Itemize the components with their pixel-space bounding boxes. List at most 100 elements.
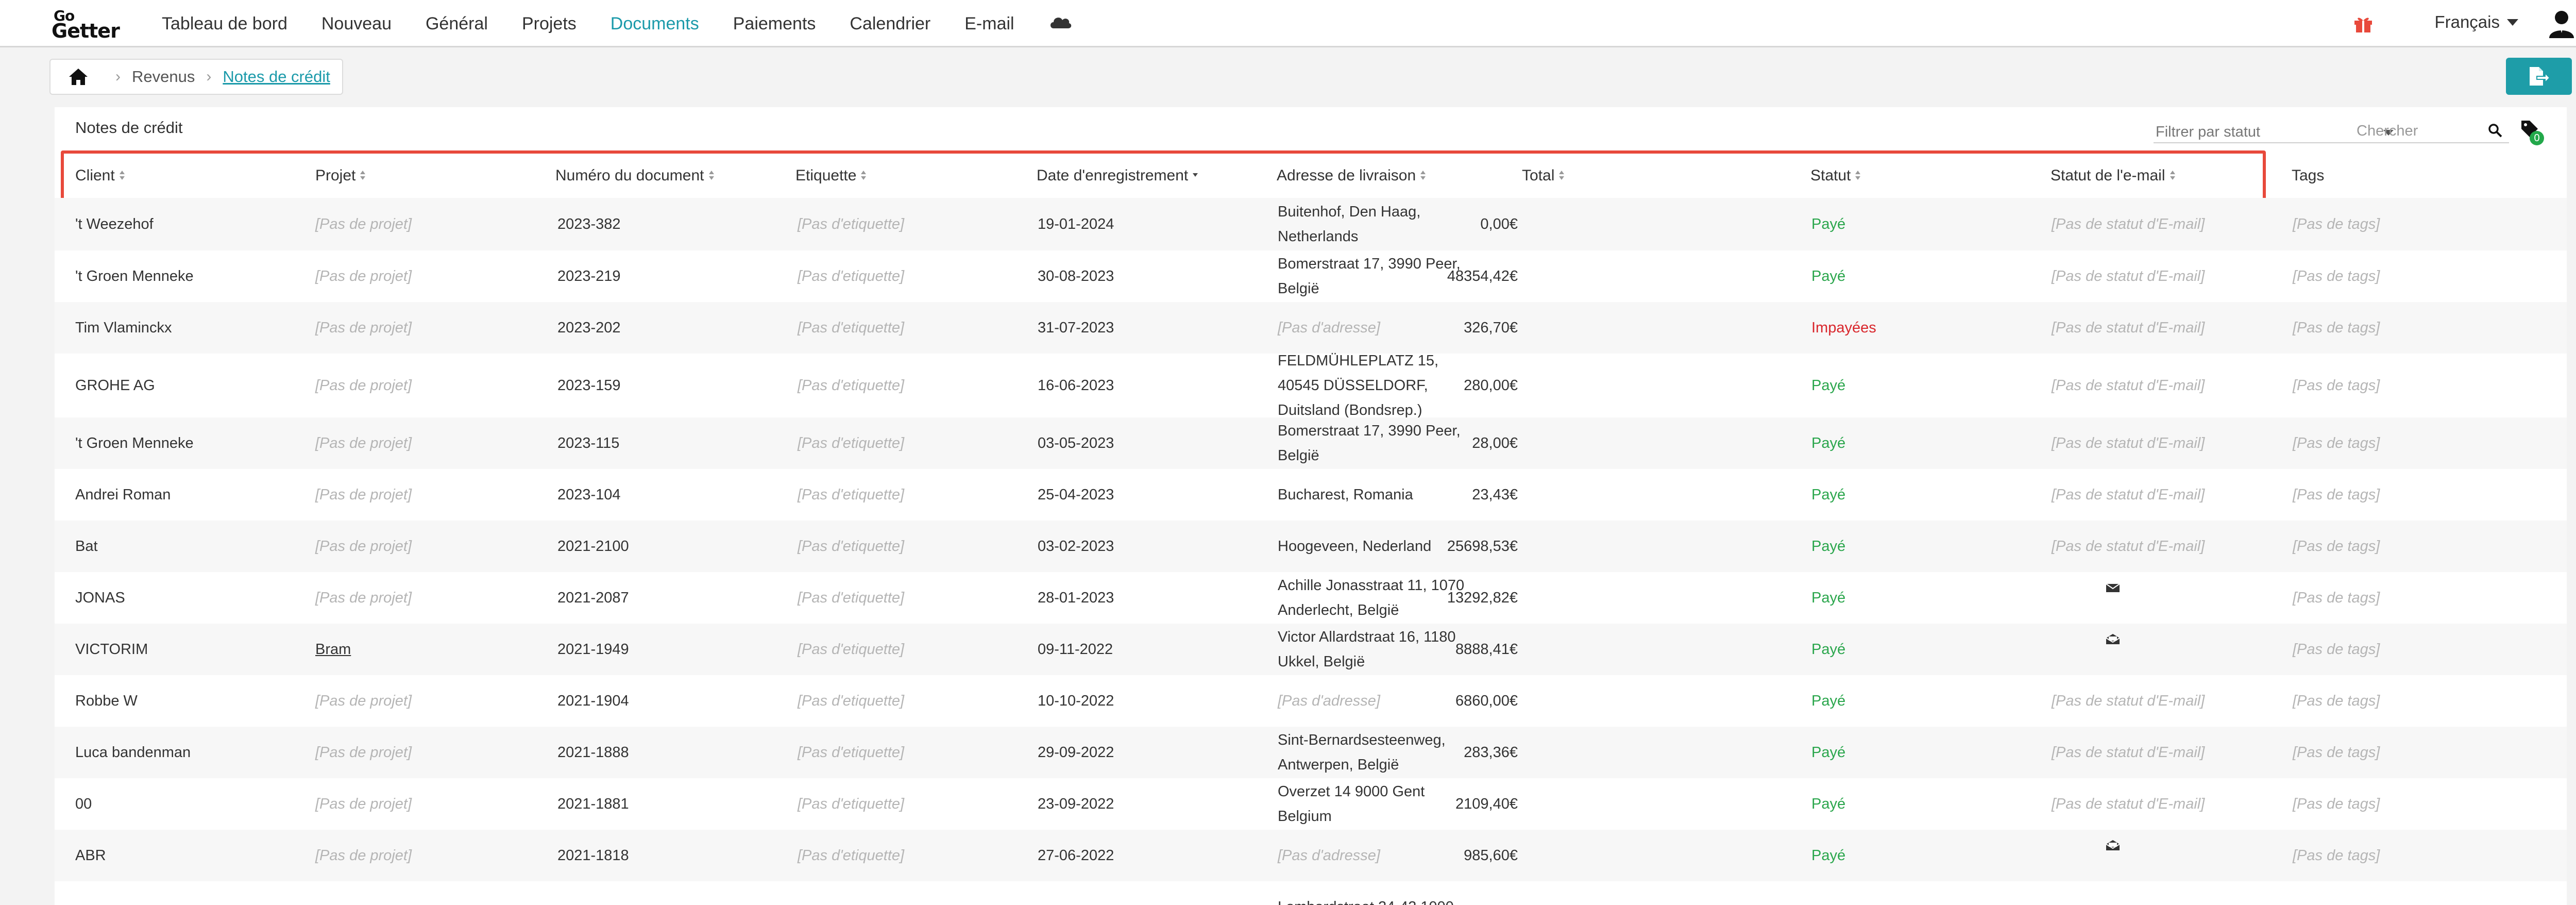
cell-address-line: Antwerpen, België	[1278, 757, 1399, 773]
tag-count-badge: 0	[2530, 131, 2544, 145]
cell-document-number: 2023-115	[557, 435, 620, 451]
cell-label: [Pas d'etiquette]	[798, 641, 905, 658]
column-header-address[interactable]: Adresse de livraison	[1277, 167, 1426, 185]
status-badge: Payé	[1811, 693, 1846, 709]
status-badge: Payé	[1811, 487, 1846, 503]
status-badge: Payé	[1811, 268, 1846, 284]
cell-project: [Pas de projet]	[315, 320, 412, 336]
cell-email-status: [Pas de statut d'E-mail]	[2052, 744, 2205, 761]
nav-item-paiements[interactable]: Paiements	[733, 14, 816, 34]
cell-project: [Pas de projet]	[315, 268, 412, 284]
column-header-total[interactable]: Total	[1522, 167, 1565, 185]
table-row[interactable]: 't Groen Menneke [Pas de projet] 2023-219 […	[55, 250, 2567, 302]
column-header-label: Adresse de livraison	[1277, 167, 1416, 184]
cell-email-status: [Pas de statut d'E-mail]	[2052, 216, 2205, 232]
column-header-label: Statut	[1810, 167, 1851, 184]
table-row[interactable]: Andrei Roman [Pas de projet] 2023-104 [Pas …	[55, 469, 2567, 521]
cell-address-line: Belgium	[1278, 808, 1332, 825]
export-document-button[interactable]	[2506, 58, 2572, 95]
nav-item-e-mail[interactable]: E-mail	[964, 14, 1014, 34]
cell-project: [Pas de projet]	[315, 796, 412, 812]
cell-address-line: 40545 DÜSSELDORF,	[1278, 377, 1428, 394]
cell-document-number: 2023-104	[557, 487, 621, 503]
cell-tags: [Pas de tags]	[2293, 435, 2380, 451]
gift-icon[interactable]	[2353, 14, 2373, 33]
column-header-label: Client	[75, 167, 115, 184]
tag-filter-button[interactable]: 0	[2519, 119, 2544, 145]
breadcrumb-notes-de-credit[interactable]: Notes de crédit	[223, 68, 330, 86]
breadcrumb-revenus[interactable]: Revenus	[132, 68, 195, 86]
language-selector[interactable]: Français	[2434, 12, 2518, 32]
cell-project: [Pas de projet]	[315, 538, 412, 555]
cell-document-number: 2023-202	[557, 320, 621, 336]
column-header-tags: Tags	[2292, 167, 2324, 185]
table-row[interactable]: ABR [Pas de projet] 2021-1818 [Pas d'etique…	[55, 830, 2567, 881]
column-header-label[interactable]: Etiquette	[795, 167, 867, 185]
table-row[interactable]: Tim Vlaminckx [Pas de projet] 2023-202 [Pas…	[55, 302, 2567, 354]
cell-document-number: 2021-1904	[557, 693, 629, 709]
table-row[interactable]: GROHE AG [Pas de projet] 2023-159 [Pas d'et…	[55, 353, 2567, 418]
nav-item-tableau-de-bord[interactable]: Tableau de bord	[162, 14, 287, 34]
cell-client: ABR	[75, 847, 106, 864]
search-icon[interactable]	[2487, 123, 2503, 138]
table-row[interactable]: Robbe W [Pas de projet] 2021-1904 [Pas d'et…	[55, 675, 2567, 727]
column-header-label: Tags	[2292, 167, 2325, 184]
cell-total: 2109,40€	[1455, 796, 1518, 812]
cell-email-status: [Pas de statut d'E-mail]	[2052, 796, 2205, 812]
column-header-date[interactable]: Date d'enregistrement	[1037, 167, 1198, 185]
cell-tags: [Pas de tags]	[2293, 320, 2380, 336]
nav-item-g-n-ral[interactable]: Général	[426, 14, 488, 34]
table-row[interactable]: Bat [Pas de projet] 2021-2100 [Pas d'etique…	[55, 521, 2567, 572]
status-badge: Payé	[1811, 641, 1846, 658]
cell-label: [Pas d'etiquette]	[798, 538, 905, 555]
breadcrumb-separator: ›	[206, 68, 212, 85]
cell-project: [Pas de projet]	[315, 435, 412, 451]
cell-address-line: België	[1278, 280, 1319, 297]
cloud-icon[interactable]	[1048, 14, 1072, 29]
column-header-email-status[interactable]: Statut de l'e-mail	[2050, 167, 2176, 185]
cell-tags: [Pas de tags]	[2293, 538, 2380, 555]
nav-item-calendrier[interactable]: Calendrier	[850, 14, 930, 34]
nav-item-projets[interactable]: Projets	[522, 14, 577, 34]
table-row[interactable]: VICTORIM Bram 2021-1949 [Pas d'etiquette] 09…	[55, 624, 2567, 675]
table-row[interactable]: Luca bandenman [Pas de projet] 2021-1888 [P…	[55, 727, 2567, 778]
nav-item-nouveau[interactable]: Nouveau	[321, 14, 392, 34]
cell-email-status: [Pas de statut d'E-mail]	[2052, 693, 2205, 709]
cell-date: 27-06-2022	[1038, 847, 1114, 864]
home-icon[interactable]	[68, 68, 89, 86]
column-header-client[interactable]: Client	[75, 167, 125, 185]
search-box	[2354, 118, 2509, 143]
user-profile-icon[interactable]	[2548, 9, 2575, 38]
nav-item-documents[interactable]: Documents	[611, 14, 699, 34]
table-row[interactable]: JONAS [Pas de projet] 2021-2087 [Pas d'etiq…	[55, 572, 2567, 624]
cell-label: [Pas d'etiquette]	[798, 487, 905, 503]
cell-project: [Pas de projet]	[315, 590, 412, 606]
table-row[interactable]: 00 [Pas de projet] 2021-1881 [Pas d'etiquet…	[55, 778, 2567, 830]
cell-date: 30-08-2023	[1038, 268, 1114, 284]
cell-address-line: [Pas d'adresse]	[1278, 320, 1380, 336]
column-header-project[interactable]: Projet	[315, 167, 366, 185]
cell-total: 326,70€	[1464, 320, 1518, 336]
cell-tags: [Pas de tags]	[2293, 268, 2380, 284]
export-file-icon	[2530, 67, 2550, 86]
search-input[interactable]	[2357, 123, 2480, 140]
cell-tags: [Pas de tags]	[2293, 693, 2380, 709]
status-badge: Payé	[1811, 744, 1846, 761]
breadcrumb-separator: ›	[115, 68, 121, 85]
status-badge: Payé	[1811, 796, 1846, 812]
table-row[interactable]: Lombardstraat 24-42 1000	[55, 881, 2567, 905]
cell-client: 't Groen Menneke	[75, 268, 194, 284]
cell-project[interactable]: Bram	[315, 637, 351, 662]
cell-email-status: [Pas de statut d'E-mail]	[2052, 538, 2205, 555]
gogetter-logo[interactable]: Go Getter	[52, 7, 129, 42]
column-header-status[interactable]: Statut	[1810, 167, 1861, 185]
table-row[interactable]: 't Weezehof [Pas de projet] 2023-382 [Pas d…	[55, 198, 2567, 250]
language-label: Français	[2434, 12, 2500, 31]
cell-label: [Pas d'etiquette]	[798, 268, 905, 284]
cell-label: [Pas d'etiquette]	[798, 435, 905, 451]
sort-desc-icon	[1192, 170, 1198, 181]
column-header-number[interactable]: Numéro du document	[555, 167, 715, 185]
cell-document-number: 2021-1818	[557, 847, 629, 864]
table-row[interactable]: 't Groen Menneke [Pas de projet] 2023-115 […	[55, 417, 2567, 469]
envelope-open-icon	[2106, 634, 2120, 644]
